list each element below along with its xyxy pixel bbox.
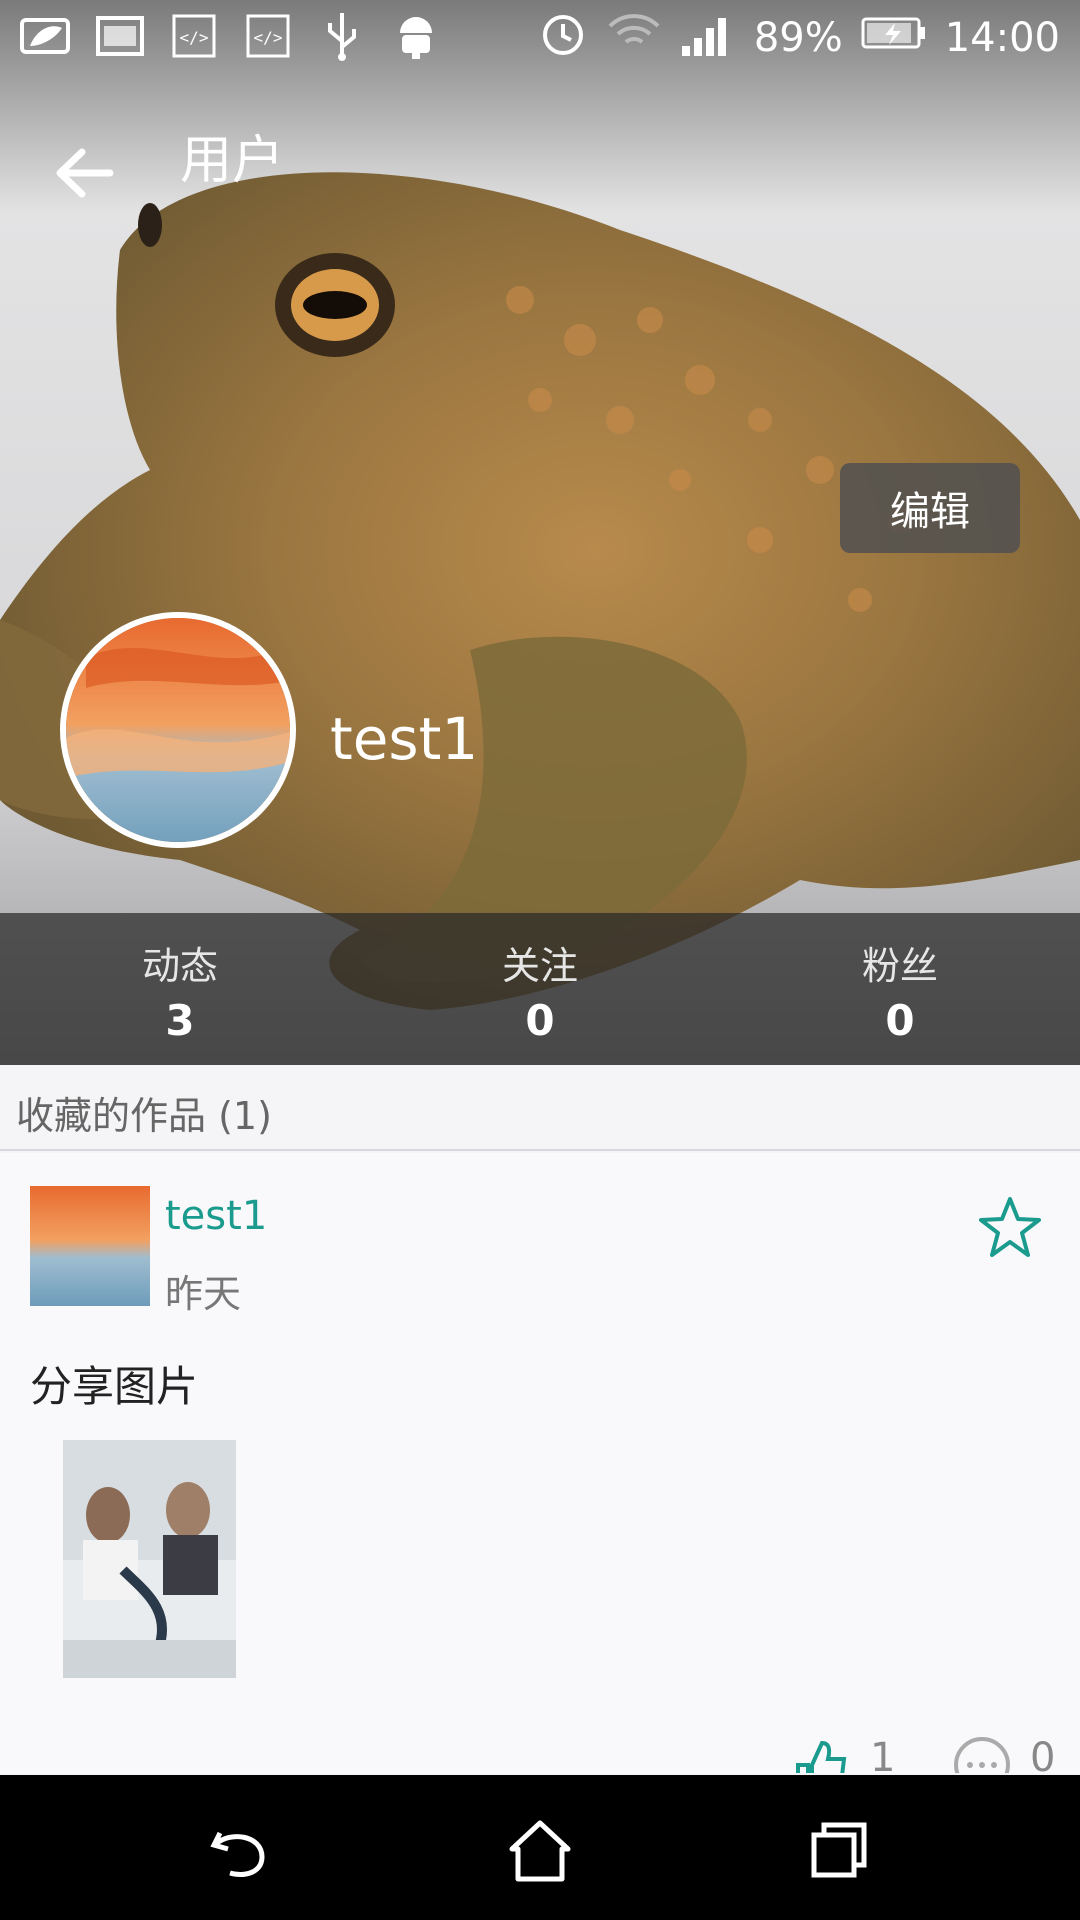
edit-profile-button[interactable]: 编辑	[840, 463, 1020, 553]
post-author[interactable]: test1	[165, 1193, 267, 1239]
stat-posts[interactable]: 动态 3	[0, 913, 360, 1065]
back-icon	[210, 1831, 265, 1877]
svg-text:</>: </>	[254, 28, 283, 47]
stat-followers[interactable]: 粉丝 0	[720, 913, 1080, 1065]
profile-cover: </> </> 89% 14:00 用户 编辑 test1 动态 3 关注 0 …	[0, 0, 1080, 1065]
wifi-icon	[606, 8, 662, 68]
section-title: 收藏的作品 (1)	[16, 1094, 272, 1138]
signal-icon	[680, 8, 736, 68]
comment-icon	[954, 1737, 1010, 1773]
system-icons: 89% 14:00	[538, 8, 1060, 68]
favorite-button[interactable]	[975, 1193, 1045, 1263]
post-time: 昨天	[165, 1272, 242, 1316]
android-icon	[390, 10, 442, 62]
thumbs-up-icon	[796, 1740, 847, 1773]
svg-text:</>: </>	[180, 28, 209, 47]
post-actions: 1 0	[780, 1735, 1080, 1773]
notification-icons: </> </>	[20, 10, 442, 62]
post-text: 分享图片	[30, 1362, 199, 1411]
like-count: 1	[870, 1735, 896, 1773]
battery-percent: 89%	[753, 15, 843, 61]
usb-icon	[316, 10, 368, 62]
home-icon	[509, 1820, 571, 1882]
battery-icon	[861, 15, 927, 61]
stats-bar: 动态 3 关注 0 粉丝 0	[0, 913, 1080, 1065]
comment-button[interactable]	[950, 1735, 1014, 1773]
post-image[interactable]	[63, 1440, 236, 1678]
like-button[interactable]	[790, 1735, 850, 1773]
nav-recents-button[interactable]	[800, 1811, 880, 1891]
author-avatar[interactable]	[30, 1186, 150, 1306]
stat-value: 0	[885, 996, 915, 1045]
nav-back-button[interactable]	[200, 1811, 280, 1891]
image-icon	[94, 10, 146, 62]
leaf-icon	[20, 10, 72, 62]
recents-icon	[811, 1822, 867, 1878]
clock-time: 14:00	[944, 15, 1060, 61]
stat-label: 关注	[501, 944, 578, 988]
post-card[interactable]: test1 昨天 分享图片 1 0	[0, 1153, 1080, 1773]
stat-label: 动态	[141, 944, 218, 988]
avatar[interactable]	[60, 612, 296, 848]
app-bar: 用户	[0, 100, 1080, 220]
favorites-section-header: 收藏的作品 (1)	[0, 1065, 1080, 1151]
code-icon: </>	[242, 10, 294, 62]
nav-home-button[interactable]	[500, 1811, 580, 1891]
navigation-bar	[0, 1775, 1080, 1920]
profile-username: test1	[330, 705, 479, 773]
back-button[interactable]	[40, 128, 130, 218]
author-avatar-image	[30, 1186, 150, 1306]
stat-value: 3	[165, 996, 195, 1045]
post-image-poster	[63, 1440, 236, 1678]
stat-label: 粉丝	[861, 944, 938, 988]
code-icon: </>	[168, 10, 220, 62]
comment-count: 0	[1030, 1735, 1056, 1773]
page-title: 用户	[180, 131, 285, 191]
stat-following[interactable]: 关注 0	[360, 913, 720, 1065]
star-icon	[979, 1197, 1041, 1257]
arrow-left-icon	[56, 148, 114, 198]
alarm-icon	[538, 8, 588, 68]
status-bar: </> </> 89% 14:00	[0, 0, 1080, 76]
stat-value: 0	[525, 996, 555, 1045]
